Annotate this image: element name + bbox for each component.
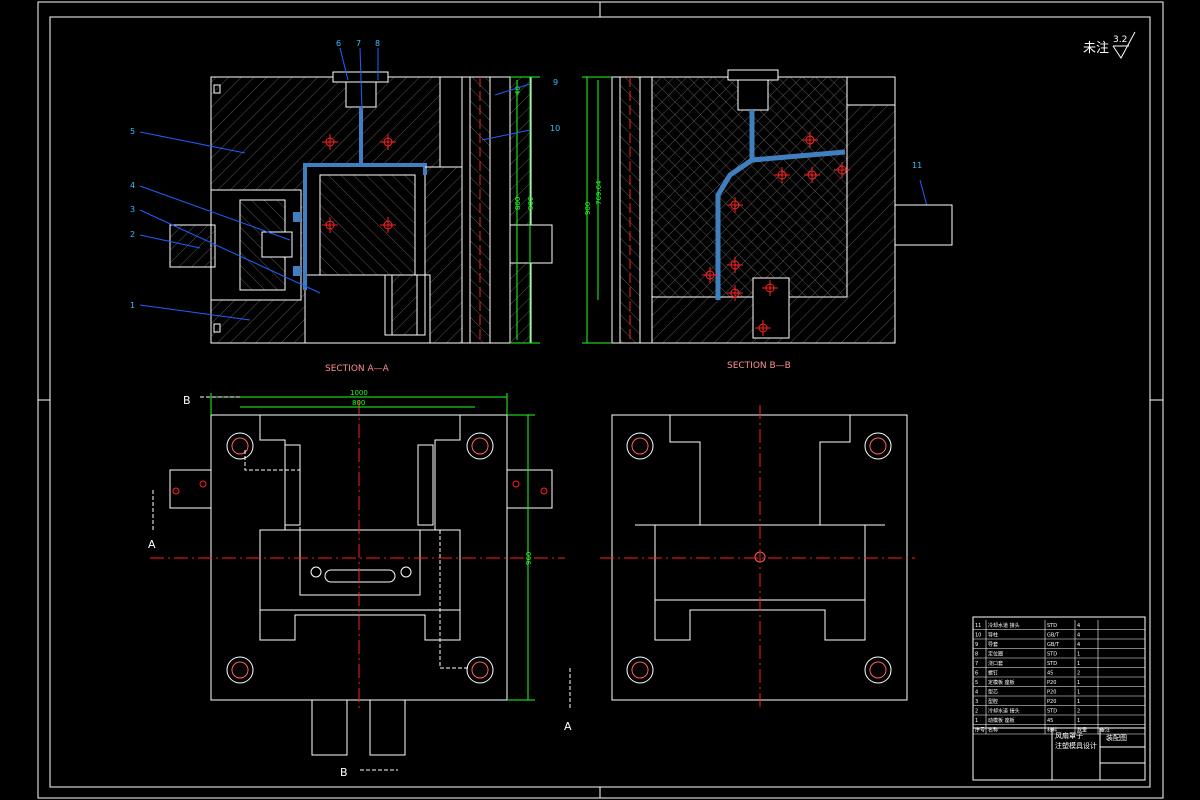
bom-cell: 螺钉 bbox=[988, 670, 998, 677]
svg-text:900: 900 bbox=[584, 202, 592, 215]
svg-text:4: 4 bbox=[130, 181, 135, 190]
bom-cell: 浇口套 bbox=[988, 660, 1003, 667]
bom-cell: STD bbox=[1047, 709, 1057, 715]
svg-text:9: 9 bbox=[553, 78, 558, 87]
section-bb-label: SECTION B—B bbox=[727, 361, 791, 371]
bom-cell: 2 bbox=[1077, 671, 1080, 677]
bom-cell: 型芯 bbox=[988, 689, 998, 696]
roughness-note: 未注 3.2 bbox=[1083, 31, 1136, 59]
drawing-type: 装配图 bbox=[1106, 733, 1127, 742]
cad-drawing: 未注 3.2 800 900 40 SECTION A—A 1 2 3 4 5 … bbox=[37, 1, 1164, 799]
bom-cell: STD bbox=[1047, 652, 1057, 658]
svg-text:B: B bbox=[340, 766, 348, 779]
bom-cell: 4 bbox=[1077, 633, 1080, 639]
bom-cell: GB/T bbox=[1047, 633, 1060, 639]
bom-cell: P20 bbox=[1047, 680, 1056, 686]
bom-cell: 型腔 bbox=[988, 698, 998, 705]
project-name-line2: 注塑模具设计 bbox=[1055, 741, 1097, 750]
bom-cell: 2 bbox=[975, 709, 978, 715]
bom-cell: 11 bbox=[975, 623, 981, 629]
svg-text:3: 3 bbox=[130, 205, 135, 214]
svg-text:800: 800 bbox=[514, 197, 522, 210]
bom-cell: 5 bbox=[975, 680, 978, 686]
bom-cell: 9 bbox=[975, 642, 978, 648]
svg-text:1000: 1000 bbox=[350, 389, 368, 397]
svg-text:7: 7 bbox=[356, 39, 361, 48]
bom-cell: 冷却水道 接头 bbox=[988, 622, 1020, 629]
svg-text:10: 10 bbox=[550, 124, 560, 133]
bom-cell: 2 bbox=[1077, 709, 1080, 715]
bom-cell: 6 bbox=[975, 671, 978, 677]
bom-cell: 45 bbox=[1047, 671, 1053, 677]
bom-cell: 1 bbox=[1077, 699, 1080, 705]
bom-cell: 1 bbox=[975, 718, 978, 724]
bom-cell: P20 bbox=[1047, 690, 1056, 696]
svg-text:A: A bbox=[564, 720, 572, 733]
bom-cell: 定位圈 bbox=[988, 651, 1003, 658]
bom-cell: 45 bbox=[1047, 718, 1053, 724]
section-aa-label: SECTION A—A bbox=[325, 364, 390, 374]
bom-cell: P20 bbox=[1047, 699, 1056, 705]
bom-cell: 1 bbox=[1077, 718, 1080, 724]
svg-text:900: 900 bbox=[527, 197, 535, 210]
svg-text:A: A bbox=[148, 538, 156, 551]
view-markers: B B A A bbox=[148, 394, 572, 779]
bom-cell: 4 bbox=[1077, 642, 1080, 648]
bom-cell: 定模板 座板 bbox=[988, 679, 1015, 686]
bom-cell: STD bbox=[1047, 623, 1057, 629]
bom-cell: 3 bbox=[975, 699, 978, 705]
section-bb-view: 900 769.64 SECTION B—B bbox=[582, 69, 953, 371]
bom-cell: 动模板 座板 bbox=[988, 717, 1015, 724]
svg-text:769.64: 769.64 bbox=[595, 180, 603, 205]
section-aa-view: 800 900 40 SECTION A—A bbox=[169, 71, 553, 374]
bom-cell: 1 bbox=[1077, 680, 1080, 686]
svg-text:8: 8 bbox=[375, 39, 380, 48]
bom-cell: STD bbox=[1047, 661, 1057, 667]
svg-text:11: 11 bbox=[912, 161, 922, 170]
bom-cell: 8 bbox=[975, 652, 978, 658]
svg-text:800: 800 bbox=[352, 399, 365, 407]
bom-cell: 1 bbox=[1077, 690, 1080, 696]
title-block: 11 冷却水道 接头 STD 410 导柱 GB/T 49 导套 GB/T 48 定位圈 STD 17 浇… bbox=[972, 616, 1146, 781]
svg-text:B: B bbox=[183, 394, 191, 407]
svg-text:960: 960 bbox=[525, 552, 533, 565]
bom-cell: 7 bbox=[975, 661, 978, 667]
bom-cell: 冷却水道 接头 bbox=[988, 708, 1020, 715]
svg-text:5: 5 bbox=[130, 127, 135, 136]
bom-cell: 4 bbox=[975, 690, 978, 696]
bom-cell: 10 bbox=[975, 633, 981, 639]
svg-text:6: 6 bbox=[336, 39, 341, 48]
bom-cell: 导柱 bbox=[988, 632, 998, 639]
bom-cell: 导套 bbox=[988, 641, 998, 648]
svg-text:2: 2 bbox=[130, 230, 135, 239]
bom-cell: GB/T bbox=[1047, 642, 1060, 648]
bom-cell: 1 bbox=[1077, 652, 1080, 658]
svg-text:未注: 未注 bbox=[1083, 41, 1109, 56]
plan-view-left bbox=[169, 414, 553, 756]
project-name-line1: 风扇罩子 bbox=[1055, 731, 1083, 740]
bom-cell: 4 bbox=[1077, 623, 1080, 629]
svg-text:3.2: 3.2 bbox=[1113, 35, 1127, 45]
bom-cell: 1 bbox=[1077, 661, 1080, 667]
svg-text:1: 1 bbox=[130, 301, 135, 310]
